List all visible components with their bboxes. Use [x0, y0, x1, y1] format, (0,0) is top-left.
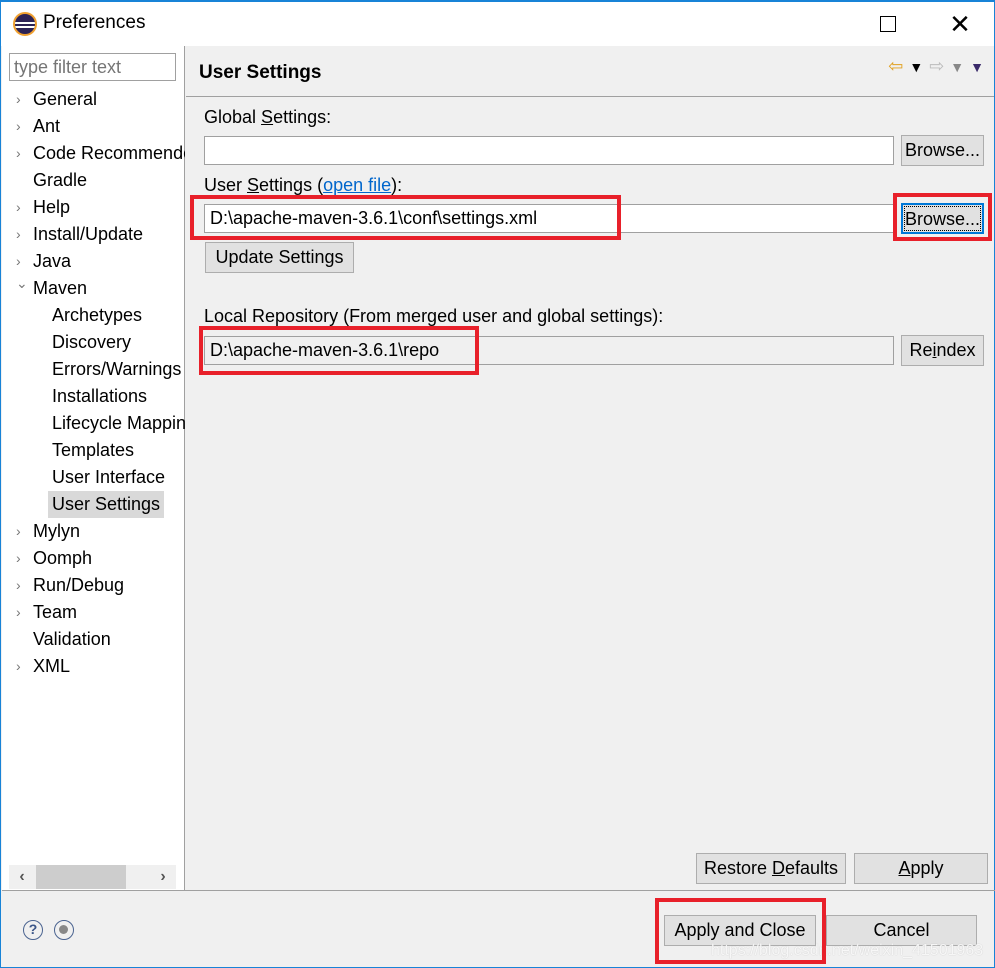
- tree-item[interactable]: Templates: [2, 437, 185, 464]
- chevron-right-icon[interactable]: ›: [16, 140, 28, 167]
- global-settings-input[interactable]: [204, 136, 894, 165]
- tree-item[interactable]: › Java: [2, 248, 185, 275]
- forward-arrow-icon[interactable]: ⇨: [929, 56, 944, 77]
- maximize-button[interactable]: [858, 2, 918, 46]
- tree-item-label: Run/Debug: [33, 575, 125, 595]
- chevron-down-icon[interactable]: ⌄: [16, 275, 28, 297]
- tree-item[interactable]: ›Code Recommenders: [2, 140, 185, 167]
- tree-item-label: Mylyn: [33, 521, 81, 541]
- global-settings-label: Global Settings:: [204, 107, 332, 127]
- tree-item-label: Team: [33, 602, 78, 622]
- chevron-right-icon[interactable]: ›: [16, 599, 28, 626]
- tree-item-label: XML: [33, 656, 71, 676]
- page-title: User Settings: [199, 62, 322, 83]
- reindex-button[interactable]: Reindex: [901, 335, 984, 366]
- tree-item[interactable]: Gradle: [2, 167, 185, 194]
- cancel-button[interactable]: Cancel: [826, 915, 977, 946]
- filter-input[interactable]: [9, 53, 176, 81]
- close-button[interactable]: ✕: [930, 2, 990, 46]
- window-title: Preferences: [43, 12, 146, 33]
- chevron-right-icon[interactable]: ›: [16, 653, 28, 680]
- chevron-right-icon[interactable]: ›: [16, 545, 28, 572]
- local-repository-field: D:\apache-maven-3.6.1\repo: [204, 336, 894, 365]
- user-settings-label: User Settings (open file):: [204, 175, 403, 195]
- tree-item[interactable]: › XML: [2, 653, 185, 680]
- chevron-right-icon[interactable]: ›: [16, 113, 28, 140]
- tree-item-label: Install/Update: [33, 224, 144, 244]
- global-browse-button[interactable]: Browse...: [901, 135, 984, 166]
- chevron-right-icon[interactable]: ›: [16, 194, 28, 221]
- tree-item-label: Templates: [52, 440, 135, 460]
- tree-item[interactable]: Errors/Warnings: [2, 356, 185, 383]
- update-settings-button[interactable]: Update Settings: [205, 242, 354, 273]
- chevron-right-icon[interactable]: ›: [16, 86, 28, 113]
- tree-item[interactable]: › Install/Update: [2, 221, 185, 248]
- tree-item-label: User Interface: [52, 467, 166, 487]
- tree-item[interactable]: › Team: [2, 599, 185, 626]
- tree-item[interactable]: › Oomph: [2, 545, 185, 572]
- back-arrow-icon[interactable]: ⇦: [888, 56, 903, 77]
- scrollbar-thumb[interactable]: [36, 865, 126, 889]
- close-icon: ✕: [949, 8, 971, 39]
- preferences-window: Preferences ✕ ›General›Ant›Code Recommen…: [0, 0, 995, 968]
- open-file-link[interactable]: open file: [323, 175, 391, 195]
- tree-item-label: Gradle: [33, 170, 88, 190]
- title-separator: [186, 96, 994, 97]
- tree-item-label: Errors/Warnings: [52, 359, 182, 379]
- preference-tree: ›General›Ant›Code RecommendersGradle›Hel…: [2, 86, 185, 680]
- tree-item-label: Code Recommenders: [33, 143, 185, 163]
- tree-item-label: Oomph: [33, 548, 93, 568]
- scroll-left-icon[interactable]: ‹: [9, 865, 35, 889]
- local-repository-label: Local Repository (From merged user and g…: [204, 306, 664, 326]
- title-bar: Preferences ✕: [1, 2, 994, 46]
- tree-item-label: Java: [33, 251, 72, 271]
- apply-and-close-button[interactable]: Apply and Close: [664, 915, 816, 946]
- tree-item[interactable]: Archetypes: [2, 302, 185, 329]
- tree-item[interactable]: Installations: [2, 383, 185, 410]
- tree-item[interactable]: › Mylyn: [2, 518, 185, 545]
- user-settings-input[interactable]: D:\apache-maven-3.6.1\conf\settings.xml: [204, 204, 894, 233]
- tree-item[interactable]: Lifecycle Mappings: [2, 410, 185, 437]
- tree-item-label: User Settings: [48, 491, 165, 518]
- tree-item[interactable]: › Help: [2, 194, 185, 221]
- user-browse-button[interactable]: Browse...: [901, 203, 984, 234]
- page-nav: ⇦ ▼ ⇨ ▼ ▼: [888, 56, 984, 77]
- tree-item[interactable]: User Interface: [2, 464, 185, 491]
- preference-page: User Settings ⇦ ▼ ⇨ ▼ ▼ Global Settings:…: [186, 46, 994, 891]
- tree-item[interactable]: › Ant: [2, 113, 185, 140]
- back-menu-icon[interactable]: ▼: [909, 59, 923, 75]
- eclipse-logo-icon: [13, 12, 37, 36]
- forward-menu-icon[interactable]: ▼: [950, 59, 964, 75]
- tree-item[interactable]: User Settings: [2, 491, 185, 518]
- tree-item-label: Help: [33, 197, 71, 217]
- scroll-right-icon[interactable]: ›: [150, 865, 176, 889]
- tree-item-label: Maven: [33, 278, 88, 298]
- footer-separator: [2, 890, 995, 891]
- restore-defaults-button[interactable]: Restore Defaults: [696, 853, 846, 884]
- chevron-right-icon[interactable]: ›: [16, 518, 28, 545]
- tree-item[interactable]: › Run/Debug: [2, 572, 185, 599]
- horizontal-scrollbar[interactable]: ‹ ›: [9, 865, 176, 889]
- apply-button[interactable]: Apply: [854, 853, 988, 884]
- help-icon[interactable]: ?: [23, 920, 43, 940]
- tree-item-label: General: [33, 89, 98, 109]
- tree-item-label: Installations: [52, 386, 148, 406]
- chevron-right-icon[interactable]: ›: [16, 221, 28, 248]
- chevron-right-icon[interactable]: ›: [16, 248, 28, 275]
- tree-item[interactable]: ⌄ Maven: [2, 275, 185, 302]
- tree-item-label: Validation: [33, 629, 111, 649]
- tree-item[interactable]: › General: [2, 86, 185, 113]
- tree-item-label: Lifecycle Mappings: [52, 413, 185, 433]
- record-icon[interactable]: [54, 920, 74, 940]
- tree-item-label: Discovery: [52, 332, 132, 352]
- chevron-right-icon[interactable]: ›: [16, 572, 28, 599]
- view-menu-icon[interactable]: ▼: [970, 59, 984, 75]
- tree-item[interactable]: Validation: [2, 626, 185, 653]
- tree-item-label: Archetypes: [52, 305, 143, 325]
- preference-tree-pane: ›General›Ant›Code RecommendersGradle›Hel…: [2, 46, 185, 891]
- tree-item-label: Ant: [33, 116, 61, 136]
- tree-item[interactable]: Discovery: [2, 329, 185, 356]
- maximize-icon: [880, 16, 896, 32]
